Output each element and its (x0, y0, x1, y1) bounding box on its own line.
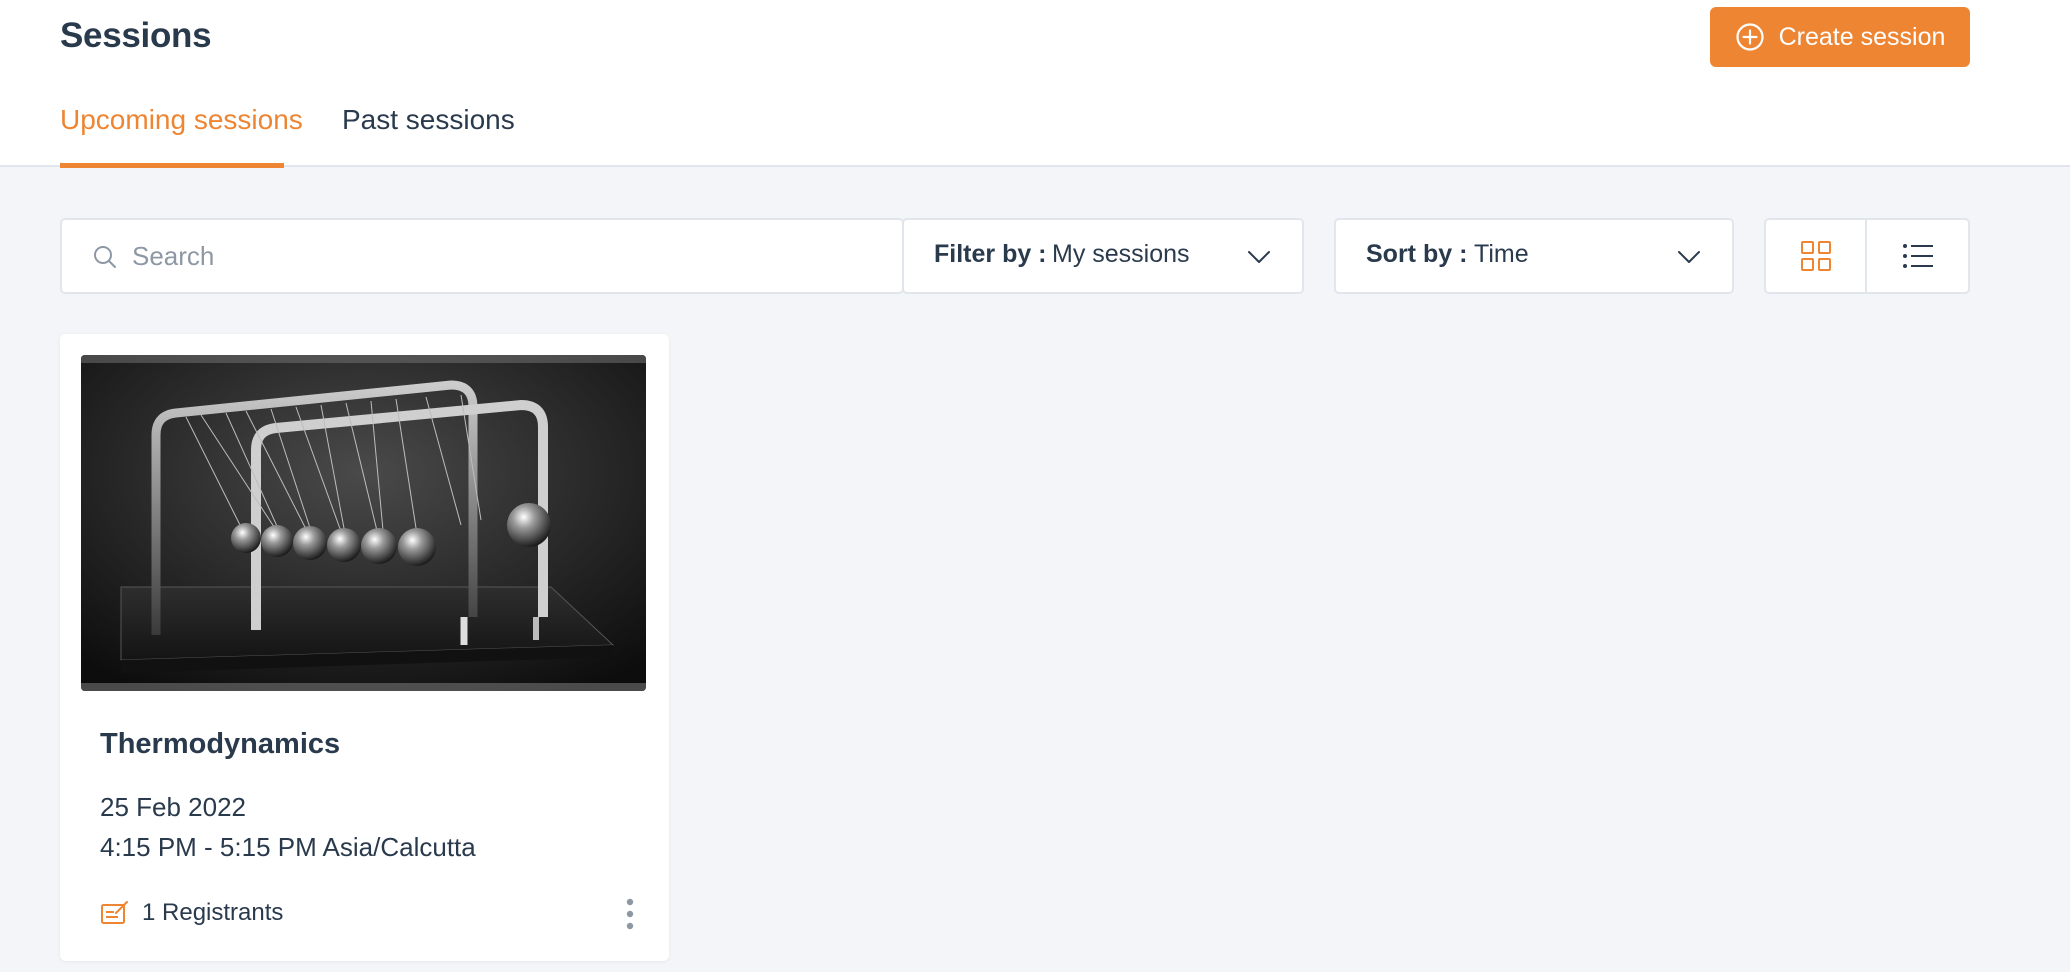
plus-circle-icon (1736, 23, 1764, 51)
grid-view-button[interactable] (1766, 220, 1868, 292)
sort-dropdown[interactable]: Sort by : Time (1334, 218, 1734, 294)
grid-icon (1800, 241, 1831, 271)
search-box[interactable] (60, 218, 904, 294)
chevron-down-icon (1678, 251, 1700, 263)
filter-label: Filter by : (934, 240, 1047, 268)
filter-value: My sessions (1052, 240, 1190, 268)
session-thumbnail (81, 355, 646, 691)
search-icon (94, 246, 116, 268)
active-tab-indicator (60, 163, 284, 168)
page-header: Sessions Create session Upcoming session… (0, 0, 2070, 168)
newtons-cradle-image (81, 355, 646, 691)
edit-note-icon (101, 901, 128, 924)
session-time: 4:15 PM - 5:15 PM Asia/Calcutta (100, 832, 476, 862)
page-title: Sessions (60, 16, 212, 55)
session-title[interactable]: Thermodynamics (100, 728, 340, 761)
kebab-menu-icon[interactable] (620, 894, 640, 934)
create-session-button[interactable]: Create session (1710, 7, 1970, 67)
create-session-label: Create session (1778, 22, 1946, 51)
tab-upcoming-sessions[interactable]: Upcoming sessions (60, 104, 303, 136)
session-card[interactable]: Thermodynamics 25 Feb 2022 4:15 PM - 5:1… (60, 334, 669, 961)
filter-dropdown[interactable]: Filter by : My sessions (902, 218, 1304, 294)
view-mode-toggle (1764, 218, 1970, 294)
sort-label: Sort by : (1366, 240, 1468, 268)
session-date: 25 Feb 2022 (100, 792, 247, 822)
tab-past-sessions[interactable]: Past sessions (342, 104, 515, 136)
chevron-down-icon (1248, 251, 1270, 263)
sort-value: Time (1474, 240, 1529, 268)
list-icon (1902, 244, 1933, 268)
list-view-button[interactable] (1867, 220, 1968, 292)
search-input[interactable] (132, 234, 872, 278)
registrants-count: 1 Registrants (142, 899, 284, 926)
